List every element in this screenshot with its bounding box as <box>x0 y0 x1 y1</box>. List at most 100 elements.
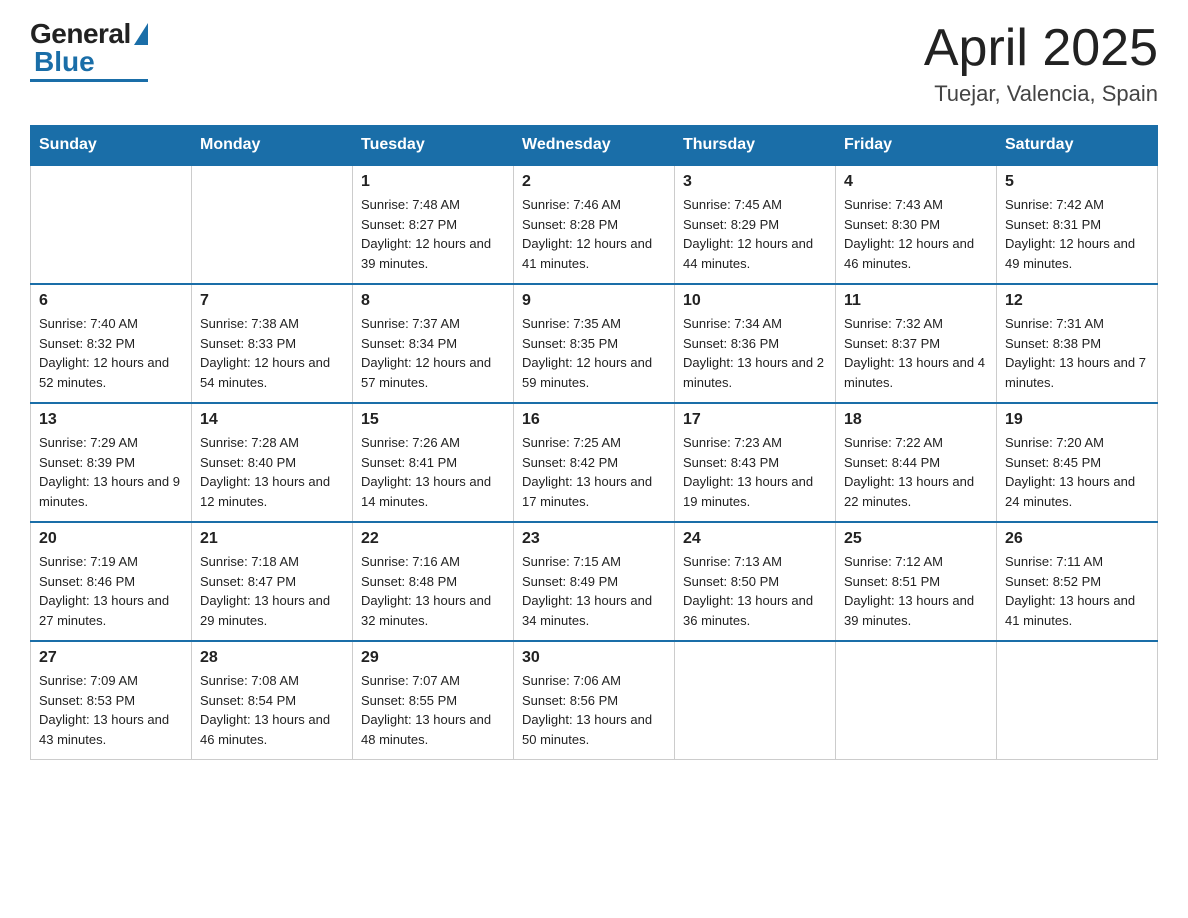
day-cell-1: 1 Sunrise: 7:48 AMSunset: 8:27 PMDaylight… <box>353 165 514 284</box>
day-cell-12: 12 Sunrise: 7:31 AMSunset: 8:38 PMDayligh… <box>997 284 1158 403</box>
day-info: Sunrise: 7:26 AMSunset: 8:41 PMDaylight:… <box>361 433 505 511</box>
weekday-header-row: SundayMondayTuesdayWednesdayThursdayFrid… <box>31 126 1158 166</box>
day-number: 4 <box>844 173 988 191</box>
day-info: Sunrise: 7:48 AMSunset: 8:27 PMDaylight:… <box>361 195 505 273</box>
day-info: Sunrise: 7:46 AMSunset: 8:28 PMDaylight:… <box>522 195 666 273</box>
day-number: 24 <box>683 530 827 548</box>
week-row-0: 1 Sunrise: 7:48 AMSunset: 8:27 PMDaylight… <box>31 165 1158 284</box>
day-cell-18: 18 Sunrise: 7:22 AMSunset: 8:44 PMDayligh… <box>836 403 997 522</box>
day-number: 13 <box>39 411 183 429</box>
weekday-header-friday: Friday <box>836 126 997 166</box>
day-number: 21 <box>200 530 344 548</box>
day-number: 10 <box>683 292 827 310</box>
day-cell-26: 26Sunrise: 7:11 AMSunset: 8:52 PMDayligh… <box>997 522 1158 641</box>
day-number: 12 <box>1005 292 1149 310</box>
day-info: Sunrise: 7:40 AMSunset: 8:32 PMDaylight:… <box>39 314 183 392</box>
empty-cell <box>675 641 836 760</box>
day-cell-6: 6 Sunrise: 7:40 AMSunset: 8:32 PMDaylight… <box>31 284 192 403</box>
day-cell-13: 13Sunrise: 7:29 AMSunset: 8:39 PMDayligh… <box>31 403 192 522</box>
day-cell-10: 10 Sunrise: 7:34 AMSunset: 8:36 PMDayligh… <box>675 284 836 403</box>
day-info: Sunrise: 7:12 AMSunset: 8:51 PMDaylight:… <box>844 552 988 630</box>
day-info: Sunrise: 7:13 AMSunset: 8:50 PMDaylight:… <box>683 552 827 630</box>
calendar-table: SundayMondayTuesdayWednesdayThursdayFrid… <box>30 125 1158 760</box>
weekday-header-tuesday: Tuesday <box>353 126 514 166</box>
day-number: 29 <box>361 649 505 667</box>
weekday-header-thursday: Thursday <box>675 126 836 166</box>
week-row-4: 27 Sunrise: 7:09 AMSunset: 8:53 PMDayligh… <box>31 641 1158 760</box>
day-number: 30 <box>522 649 666 667</box>
day-number: 23 <box>522 530 666 548</box>
day-number: 28 <box>200 649 344 667</box>
day-number: 9 <box>522 292 666 310</box>
day-cell-14: 14Sunrise: 7:28 AMSunset: 8:40 PMDayligh… <box>192 403 353 522</box>
day-cell-23: 23 Sunrise: 7:15 AMSunset: 8:49 PMDayligh… <box>514 522 675 641</box>
day-info: Sunrise: 7:31 AMSunset: 8:38 PMDaylight:… <box>1005 314 1149 392</box>
day-info: Sunrise: 7:38 AMSunset: 8:33 PMDaylight:… <box>200 314 344 392</box>
day-cell-28: 28 Sunrise: 7:08 AMSunset: 8:54 PMDayligh… <box>192 641 353 760</box>
day-info: Sunrise: 7:23 AMSunset: 8:43 PMDaylight:… <box>683 433 827 511</box>
day-cell-17: 17Sunrise: 7:23 AMSunset: 8:43 PMDayligh… <box>675 403 836 522</box>
day-cell-25: 25 Sunrise: 7:12 AMSunset: 8:51 PMDayligh… <box>836 522 997 641</box>
day-number: 2 <box>522 173 666 191</box>
day-number: 26 <box>1005 530 1149 548</box>
empty-cell <box>192 165 353 284</box>
day-cell-24: 24 Sunrise: 7:13 AMSunset: 8:50 PMDayligh… <box>675 522 836 641</box>
day-cell-20: 20 Sunrise: 7:19 AMSunset: 8:46 PMDayligh… <box>31 522 192 641</box>
weekday-header-sunday: Sunday <box>31 126 192 166</box>
day-info: Sunrise: 7:42 AMSunset: 8:31 PMDaylight:… <box>1005 195 1149 273</box>
day-info: Sunrise: 7:06 AMSunset: 8:56 PMDaylight:… <box>522 671 666 749</box>
day-info: Sunrise: 7:45 AMSunset: 8:29 PMDaylight:… <box>683 195 827 273</box>
empty-cell <box>997 641 1158 760</box>
day-number: 8 <box>361 292 505 310</box>
day-info: Sunrise: 7:35 AMSunset: 8:35 PMDaylight:… <box>522 314 666 392</box>
subtitle: Tuejar, Valencia, Spain <box>924 81 1158 107</box>
day-cell-8: 8 Sunrise: 7:37 AMSunset: 8:34 PMDaylight… <box>353 284 514 403</box>
empty-cell <box>836 641 997 760</box>
day-info: Sunrise: 7:07 AMSunset: 8:55 PMDaylight:… <box>361 671 505 749</box>
day-info: Sunrise: 7:22 AMSunset: 8:44 PMDaylight:… <box>844 433 988 511</box>
day-number: 5 <box>1005 173 1149 191</box>
day-number: 3 <box>683 173 827 191</box>
day-number: 25 <box>844 530 988 548</box>
day-info: Sunrise: 7:25 AMSunset: 8:42 PMDaylight:… <box>522 433 666 511</box>
day-cell-21: 21 Sunrise: 7:18 AMSunset: 8:47 PMDayligh… <box>192 522 353 641</box>
day-number: 14 <box>200 411 344 429</box>
day-cell-16: 16Sunrise: 7:25 AMSunset: 8:42 PMDayligh… <box>514 403 675 522</box>
day-info: Sunrise: 7:19 AMSunset: 8:46 PMDaylight:… <box>39 552 183 630</box>
day-info: Sunrise: 7:37 AMSunset: 8:34 PMDaylight:… <box>361 314 505 392</box>
day-info: Sunrise: 7:32 AMSunset: 8:37 PMDaylight:… <box>844 314 988 392</box>
day-number: 20 <box>39 530 183 548</box>
day-number: 11 <box>844 292 988 310</box>
weekday-header-saturday: Saturday <box>997 126 1158 166</box>
day-info: Sunrise: 7:15 AMSunset: 8:49 PMDaylight:… <box>522 552 666 630</box>
day-number: 27 <box>39 649 183 667</box>
day-cell-4: 4 Sunrise: 7:43 AMSunset: 8:30 PMDaylight… <box>836 165 997 284</box>
main-title: April 2025 <box>924 20 1158 77</box>
day-cell-29: 29 Sunrise: 7:07 AMSunset: 8:55 PMDayligh… <box>353 641 514 760</box>
day-cell-7: 7 Sunrise: 7:38 AMSunset: 8:33 PMDaylight… <box>192 284 353 403</box>
logo-triangle-icon <box>134 23 148 45</box>
day-number: 15 <box>361 411 505 429</box>
day-cell-3: 3 Sunrise: 7:45 AMSunset: 8:29 PMDaylight… <box>675 165 836 284</box>
day-info: Sunrise: 7:18 AMSunset: 8:47 PMDaylight:… <box>200 552 344 630</box>
weekday-header-wednesday: Wednesday <box>514 126 675 166</box>
logo: General Blue <box>30 20 148 82</box>
day-number: 19 <box>1005 411 1149 429</box>
day-number: 18 <box>844 411 988 429</box>
day-info: Sunrise: 7:20 AMSunset: 8:45 PMDaylight:… <box>1005 433 1149 511</box>
day-number: 1 <box>361 173 505 191</box>
day-info: Sunrise: 7:09 AMSunset: 8:53 PMDaylight:… <box>39 671 183 749</box>
day-cell-19: 19 Sunrise: 7:20 AMSunset: 8:45 PMDayligh… <box>997 403 1158 522</box>
week-row-2: 13Sunrise: 7:29 AMSunset: 8:39 PMDayligh… <box>31 403 1158 522</box>
day-number: 7 <box>200 292 344 310</box>
day-info: Sunrise: 7:08 AMSunset: 8:54 PMDaylight:… <box>200 671 344 749</box>
day-cell-22: 22Sunrise: 7:16 AMSunset: 8:48 PMDayligh… <box>353 522 514 641</box>
weekday-header-monday: Monday <box>192 126 353 166</box>
day-cell-30: 30 Sunrise: 7:06 AMSunset: 8:56 PMDayligh… <box>514 641 675 760</box>
day-number: 6 <box>39 292 183 310</box>
day-info: Sunrise: 7:34 AMSunset: 8:36 PMDaylight:… <box>683 314 827 392</box>
page-header: General Blue April 2025 Tuejar, Valencia… <box>30 20 1158 107</box>
day-cell-11: 11 Sunrise: 7:32 AMSunset: 8:37 PMDayligh… <box>836 284 997 403</box>
day-cell-5: 5 Sunrise: 7:42 AMSunset: 8:31 PMDaylight… <box>997 165 1158 284</box>
day-info: Sunrise: 7:43 AMSunset: 8:30 PMDaylight:… <box>844 195 988 273</box>
